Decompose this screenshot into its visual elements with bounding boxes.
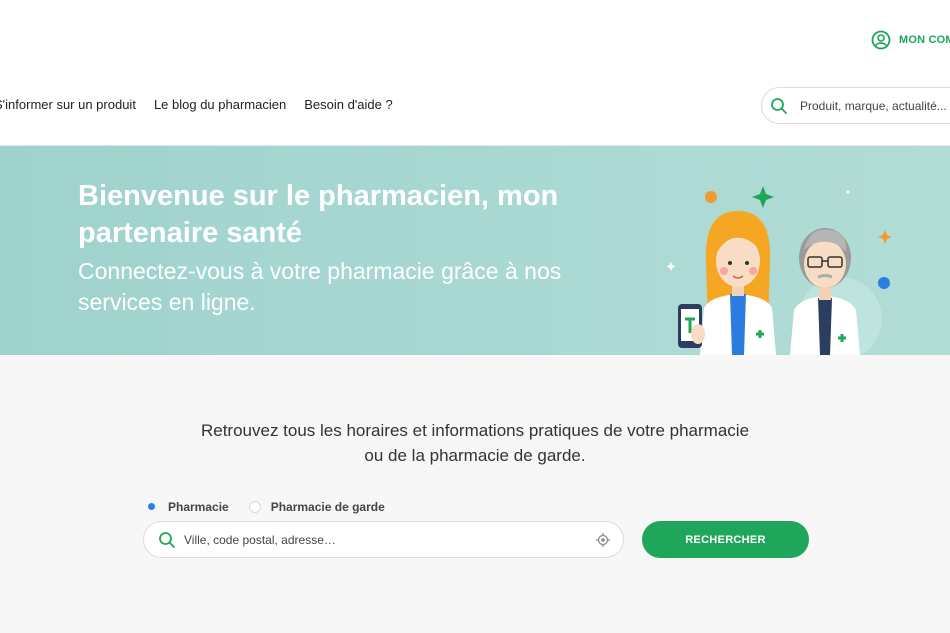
- hero-title: Bienvenue sur le pharmacien, mon partena…: [78, 180, 559, 249]
- locator-intro: Retrouvez tous les horaires et informati…: [200, 421, 750, 465]
- radio-selected-indicator[interactable]: [146, 501, 158, 513]
- main-nav: S'informer sur un produit Le blog du pha…: [0, 97, 393, 112]
- site-header: MON COMPTE S'informer sur un produit Le …: [0, 0, 950, 146]
- search-icon: [771, 97, 787, 114]
- hero-subtitle: Connectez-vous à votre pharmacie grâce à…: [78, 258, 562, 315]
- search-icon: [159, 531, 175, 548]
- radio-label-pharmacie-de-garde: Pharmacie de garde: [270, 500, 385, 514]
- header-search[interactable]: [761, 87, 950, 124]
- header-search-input[interactable]: [800, 98, 950, 113]
- search-type-options: Pharmacie Pharmacie de garde: [146, 500, 385, 514]
- nav-item-blog[interactable]: Le blog du pharmacien: [154, 97, 286, 112]
- search-button[interactable]: RECHERCHER: [642, 521, 809, 558]
- user-circle-icon: [871, 30, 891, 50]
- nav-item-help[interactable]: Besoin d'aide ?: [304, 97, 393, 112]
- location-target-icon[interactable]: [595, 532, 611, 548]
- radio-label-pharmacie: Pharmacie: [168, 500, 229, 514]
- hero-banner: Bienvenue sur le pharmacien, mon partena…: [0, 146, 950, 355]
- account-link[interactable]: MON COMPTE: [871, 30, 950, 50]
- pharmacy-locator: Retrouvez tous les horaires et informati…: [0, 355, 950, 633]
- radio-unselected-indicator[interactable]: [248, 501, 261, 513]
- nav-item-product-info[interactable]: S'informer sur un produit: [0, 97, 136, 112]
- radio-pharmacie-de-garde[interactable]: Pharmacie de garde: [248, 500, 385, 514]
- location-input[interactable]: [184, 532, 595, 547]
- account-label: MON COMPTE: [899, 34, 950, 46]
- location-search[interactable]: [143, 521, 624, 558]
- radio-pharmacie[interactable]: Pharmacie: [146, 500, 229, 514]
- pharmacists-illustration: [666, 186, 892, 355]
